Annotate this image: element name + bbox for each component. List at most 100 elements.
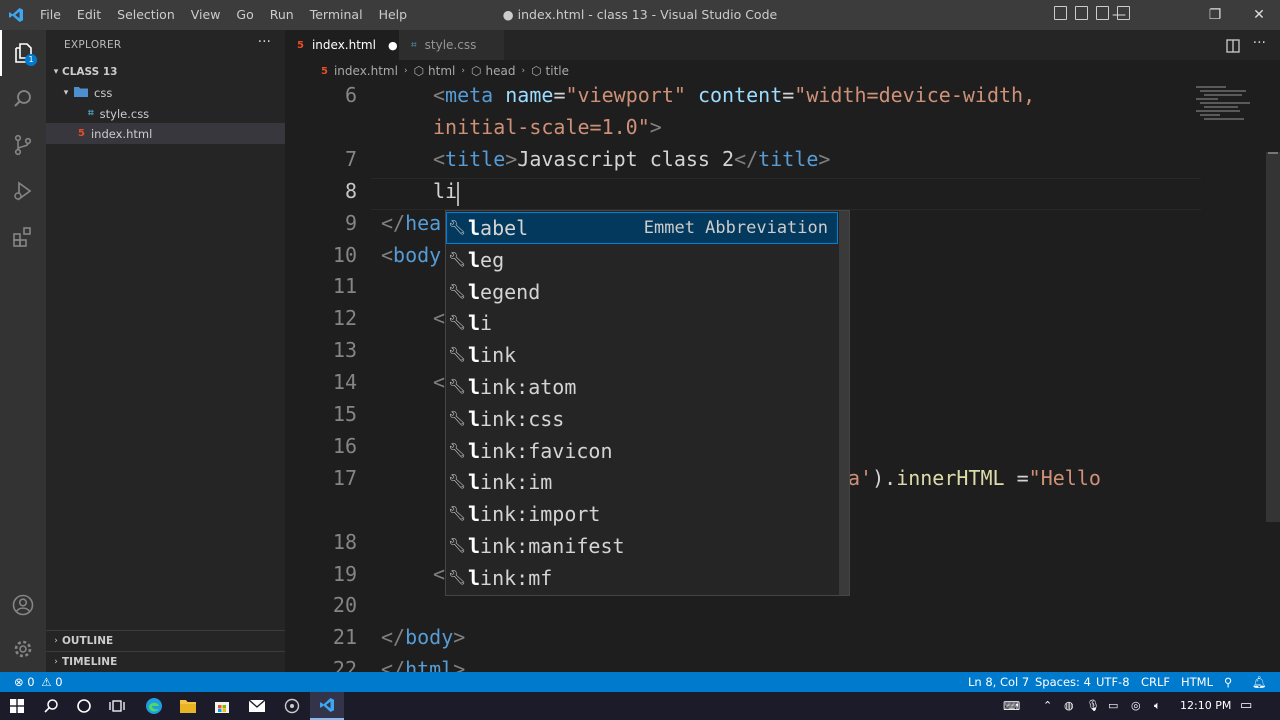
source-control-icon[interactable] xyxy=(0,122,46,168)
split-editor-icon[interactable] xyxy=(1226,38,1240,57)
app-icon[interactable] xyxy=(275,692,309,720)
search-icon[interactable] xyxy=(34,692,68,720)
suggest-widget: 🔧︎ label Emmet Abbreviation 🔧︎ leg 🔧︎ legend 🔧︎… xyxy=(445,210,850,596)
explorer-icon[interactable]: 1 xyxy=(0,30,46,76)
minimize-button[interactable]: — xyxy=(1096,0,1142,30)
clock-time[interactable]: 12:10 PM xyxy=(1180,692,1231,720)
toggle-sidebar-icon[interactable] xyxy=(1054,6,1067,20)
chevron-right-icon: › xyxy=(403,66,408,76)
line-number: 21 xyxy=(332,625,357,650)
tray-app-icon[interactable]: ◍ xyxy=(1064,692,1074,720)
more-actions-icon[interactable]: ··· xyxy=(1253,35,1266,51)
code-token: ). xyxy=(872,465,897,490)
code-token: < xyxy=(433,146,446,171)
menu-item-file[interactable]: File xyxy=(32,0,69,30)
breadcrumb-file[interactable]: index.html xyxy=(334,64,398,78)
notifications-bell-icon[interactable]: 🔔︎ xyxy=(1252,672,1267,692)
search-icon[interactable] xyxy=(0,76,46,122)
outline-section[interactable]: › OUTLINE xyxy=(46,630,285,651)
extensions-icon[interactable] xyxy=(0,214,46,260)
chevron-right-icon: › xyxy=(461,66,465,76)
close-window-button[interactable]: ✕ xyxy=(1236,0,1280,30)
breadcrumb-head[interactable]: head xyxy=(485,64,515,78)
indentation[interactable]: Spaces: 4 xyxy=(1035,672,1091,692)
menu-item-terminal[interactable]: Terminal xyxy=(302,0,371,30)
code-line: < xyxy=(433,306,445,330)
chevron-up-icon[interactable]: ⌃ xyxy=(1043,692,1052,720)
menu-item-go[interactable]: Go xyxy=(228,0,261,30)
tab-index-html[interactable]: 5 index.html ● xyxy=(285,30,399,60)
explorer-title: EXPLORER xyxy=(64,39,122,51)
editor-scrollbar[interactable] xyxy=(1266,152,1280,522)
run-debug-icon[interactable] xyxy=(0,168,46,214)
problems-indicator[interactable]: ⊗ 0 ⚠ 0 xyxy=(14,672,63,692)
restore-button[interactable]: ❐ xyxy=(1192,0,1238,30)
notifications-icon[interactable]: ▭ xyxy=(1240,692,1252,720)
end-of-line[interactable]: CRLF xyxy=(1141,672,1170,692)
suggestion-item[interactable]: 🔧︎ label Emmet Abbreviation xyxy=(446,212,838,244)
tab-style-css[interactable]: ⌗ style.css xyxy=(399,30,504,60)
store-icon[interactable] xyxy=(205,692,239,720)
code-token: hea xyxy=(405,210,442,235)
file-explorer-icon[interactable] xyxy=(171,692,205,720)
cortana-icon[interactable] xyxy=(67,692,101,720)
html-file-icon: 5 xyxy=(297,39,304,51)
menu-item-view[interactable]: View xyxy=(183,0,229,30)
suggestion-item[interactable]: 🔧︎ link xyxy=(446,339,838,371)
windows-start-icon[interactable] xyxy=(0,692,34,720)
workspace-folder[interactable]: ▾ CLASS 13 xyxy=(46,61,285,82)
minimap[interactable] xyxy=(1196,82,1266,132)
code-token: title xyxy=(758,146,819,171)
suggestion-label: link:im xyxy=(468,470,553,495)
suggestion-label: legend xyxy=(468,279,541,304)
editor-tabs: 5 index.html ● ⌗ style.css ··· xyxy=(285,30,1280,60)
keyboard-icon[interactable]: ⌨ xyxy=(1003,692,1020,720)
breadcrumb-title[interactable]: title xyxy=(546,64,569,78)
code-line: initial-scale=1.0"> xyxy=(433,115,662,139)
folder-css[interactable]: ▾ css xyxy=(46,82,285,103)
suggestion-item[interactable]: 🔧︎ link:im xyxy=(446,466,838,498)
task-view-icon[interactable] xyxy=(100,692,134,720)
file-index-html[interactable]: 5 index.html xyxy=(46,123,285,144)
suggestion-item[interactable]: 🔧︎ link:mf xyxy=(446,562,838,594)
explorer-more-actions-icon[interactable]: ··· xyxy=(258,34,271,50)
suggestion-item[interactable]: 🔧︎ link:manifest xyxy=(446,530,838,562)
feedback-icon[interactable]: ⚲ xyxy=(1224,672,1232,692)
edge-browser-icon[interactable] xyxy=(137,692,171,720)
title-bar: File Edit Selection View Go Run Terminal Help ●… xyxy=(0,0,1280,30)
menu-item-run[interactable]: Run xyxy=(262,0,302,30)
cursor-position[interactable]: Ln 8, Col 7 xyxy=(968,672,1029,692)
file-style-css[interactable]: ⌗ style.css xyxy=(46,103,285,124)
suggestion-item[interactable]: 🔧︎ link:favicon xyxy=(446,435,838,467)
network-icon[interactable]: ◎ xyxy=(1131,692,1141,720)
language-mode[interactable]: HTML xyxy=(1181,672,1213,692)
suggestion-item[interactable]: 🔧︎ link:atom xyxy=(446,371,838,403)
encoding[interactable]: UTF-8 xyxy=(1096,672,1130,692)
timeline-section[interactable]: › TIMELINE xyxy=(46,651,285,672)
code-token: > xyxy=(505,146,518,171)
line-number: 7 xyxy=(344,146,357,171)
suggestion-item[interactable]: 🔧︎ legend xyxy=(446,276,838,308)
suggestion-item[interactable]: 🔧︎ leg xyxy=(446,244,838,276)
microphone-icon[interactable]: 🎙︎ xyxy=(1086,692,1100,720)
suggestion-item[interactable]: 🔧︎ link:css xyxy=(446,403,838,435)
battery-icon[interactable]: ▭ xyxy=(1108,692,1118,720)
mail-icon[interactable] xyxy=(240,692,274,720)
manage-gear-icon[interactable] xyxy=(0,626,46,672)
menu-item-edit[interactable]: Edit xyxy=(69,0,109,30)
timeline-label: TIMELINE xyxy=(62,656,118,668)
unsaved-dot-icon[interactable]: ● xyxy=(388,39,398,52)
suggestion-item[interactable]: 🔧︎ li xyxy=(446,307,838,339)
suggest-scrollbar[interactable] xyxy=(839,211,849,595)
line-number: 13 xyxy=(332,338,357,363)
vscode-taskbar-icon[interactable] xyxy=(310,692,344,720)
menu-item-help[interactable]: Help xyxy=(371,0,416,30)
accounts-icon[interactable] xyxy=(0,582,46,628)
breadcrumb-html[interactable]: html xyxy=(428,64,455,78)
suggestion-item[interactable]: 🔧︎ link:import xyxy=(446,498,838,530)
code-token: < xyxy=(381,242,394,267)
wrench-snippet-icon: 🔧︎ xyxy=(448,251,466,268)
volume-icon[interactable]: 🔈︎ xyxy=(1154,692,1161,720)
toggle-panel-icon[interactable] xyxy=(1075,6,1088,20)
menu-item-selection[interactable]: Selection xyxy=(109,0,183,30)
